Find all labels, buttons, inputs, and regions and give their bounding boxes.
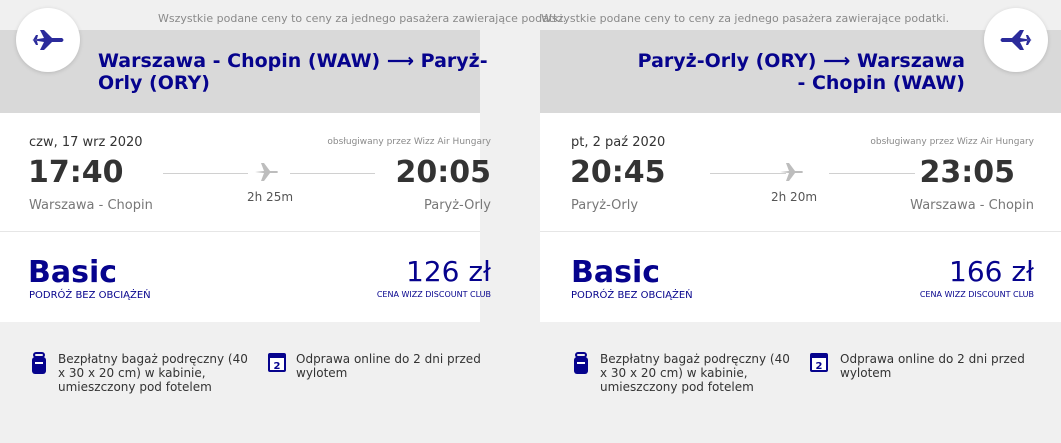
calendar-icon: 2 bbox=[810, 352, 828, 376]
perk-checkin-text: Odprawa online do 2 dni przed wylotem bbox=[840, 352, 1025, 380]
fare-name: Basic bbox=[28, 255, 118, 290]
route-line bbox=[290, 173, 375, 174]
plane-small-icon bbox=[779, 160, 805, 188]
price-subtitle: CENA WIZZ DISCOUNT CLUB bbox=[919, 290, 1034, 299]
plane-icon bbox=[984, 8, 1048, 72]
departure-airport: Warszawa - Chopin bbox=[29, 198, 153, 213]
departure-time: 20:45 bbox=[570, 155, 666, 190]
fare-subtitle: PODRÓŻ BEZ OBCIĄŻEŃ bbox=[571, 290, 693, 301]
flight-card-outbound: Warszawa - Chopin (WAW) ⟶ Paryż-Orly (OR… bbox=[0, 8, 491, 443]
plane-icon bbox=[16, 8, 80, 72]
calendar-digit: 2 bbox=[816, 361, 823, 372]
plane-small-icon bbox=[254, 160, 280, 188]
departure-airport: Paryż-Orly bbox=[571, 198, 639, 213]
flight-date: czw, 17 wrz 2020 bbox=[29, 135, 143, 150]
price-subtitle: CENA WIZZ DISCOUNT CLUB bbox=[376, 290, 491, 299]
price-note-inbound: Wszystkie podane ceny to ceny za jednego… bbox=[541, 12, 950, 25]
route-title: Warszawa - Chopin (WAW) ⟶ Paryż-Orly (OR… bbox=[98, 50, 488, 94]
departure-time: 17:40 bbox=[28, 155, 124, 190]
operator-label: obsługiwany przez Wizz Air Hungary bbox=[327, 137, 491, 147]
perk-bag-text: Bezpłatny bagaż podręczny (40 x 30 x 20 … bbox=[58, 352, 248, 394]
perk-checkin-text: Odprawa online do 2 dni przed wylotem bbox=[296, 352, 481, 380]
arrival-airport: Warszawa - Chopin bbox=[910, 198, 1034, 213]
route-line bbox=[829, 173, 915, 174]
calendar-digit: 2 bbox=[274, 361, 281, 372]
arrival-time: 20:05 bbox=[395, 155, 492, 190]
flight-header: Paryż-Orly (ORY) ⟶ Warszawa - Chopin (WA… bbox=[540, 30, 1061, 113]
fare-price: 166 zł bbox=[949, 255, 1034, 288]
route-line bbox=[163, 173, 248, 174]
route-title: Paryż-Orly (ORY) ⟶ Warszawa - Chopin (WA… bbox=[637, 50, 965, 94]
divider bbox=[540, 231, 1061, 232]
fare-perks: Bezpłatny bagaż podręczny (40 x 30 x 20 … bbox=[540, 322, 1061, 443]
flight-duration: 2h 25m bbox=[247, 190, 294, 204]
flight-card-inbound: Paryż-Orly (ORY) ⟶ Warszawa - Chopin (WA… bbox=[540, 8, 1061, 443]
arrival-airport: Paryż-Orly bbox=[423, 198, 491, 213]
price-note-outbound: Wszystkie podane ceny to ceny za jednego… bbox=[158, 12, 567, 25]
divider bbox=[0, 231, 480, 232]
fare-price: 126 zł bbox=[406, 255, 491, 288]
operator-label: obsługiwany przez Wizz Air Hungary bbox=[870, 137, 1034, 147]
arrival-time: 23:05 bbox=[919, 155, 1016, 190]
perk-bag-text: Bezpłatny bagaż podręczny (40 x 30 x 20 … bbox=[600, 352, 790, 394]
bag-icon bbox=[31, 352, 47, 380]
fare-subtitle: PODRÓŻ BEZ OBCIĄŻEŃ bbox=[29, 290, 151, 301]
flight-duration: 2h 20m bbox=[771, 190, 818, 204]
route-line bbox=[710, 173, 786, 174]
fare-name: Basic bbox=[571, 255, 661, 290]
flight-date: pt, 2 paź 2020 bbox=[571, 135, 666, 150]
fare-perks: Bezpłatny bagaż podręczny (40 x 30 x 20 … bbox=[0, 322, 481, 443]
bag-icon bbox=[573, 352, 589, 380]
calendar-icon: 2 bbox=[268, 352, 286, 376]
